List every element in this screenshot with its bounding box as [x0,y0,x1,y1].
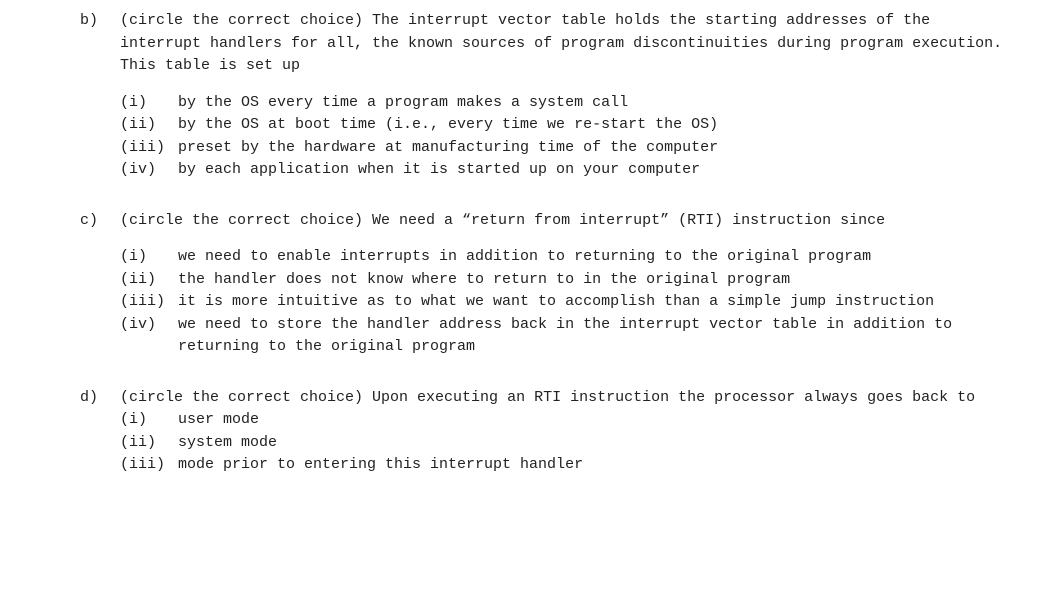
option-text: preset by the hardware at manufacturing … [178,137,1019,160]
option-text: mode prior to entering this interrupt ha… [178,454,1019,477]
option-row: (ii) system mode [120,432,1019,455]
option-text: the handler does not know where to retur… [178,269,1019,292]
option-label: (ii) [120,269,178,292]
question-block: b) (circle the correct choice) The inter… [80,10,1019,182]
option-row: (i) by the OS every time a program makes… [120,92,1019,115]
question-label: b) [80,10,120,33]
option-label: (iv) [120,314,178,337]
question-prompt: (circle the correct choice) The interrup… [120,10,1019,78]
question-label: c) [80,210,120,233]
option-label: (iii) [120,291,178,314]
question-block: c) (circle the correct choice) We need a… [80,210,1019,359]
option-text: we need to enable interrupts in addition… [178,246,1019,269]
option-label: (ii) [120,432,178,455]
questions-container: b) (circle the correct choice) The inter… [80,10,1019,477]
option-row: (iii) it is more intuitive as to what we… [120,291,1019,314]
question-prompt: (circle the correct choice) We need a “r… [120,210,1019,233]
option-row: (iii) mode prior to entering this interr… [120,454,1019,477]
option-row: (ii) by the OS at boot time (i.e., every… [120,114,1019,137]
option-label: (iii) [120,137,178,160]
option-label: (i) [120,246,178,269]
options-list: (i) we need to enable interrupts in addi… [120,246,1019,359]
option-label: (i) [120,409,178,432]
question-block: d) (circle the correct choice) Upon exec… [80,387,1019,477]
option-row: (iv) by each application when it is star… [120,159,1019,182]
option-text: by the OS at boot time (i.e., every time… [178,114,1019,137]
question-header: d) (circle the correct choice) Upon exec… [80,387,1019,410]
options-list: (i) user mode (ii) system mode (iii) mod… [120,409,1019,477]
option-row: (iii) preset by the hardware at manufact… [120,137,1019,160]
question-label: d) [80,387,120,410]
question-header: b) (circle the correct choice) The inter… [80,10,1019,78]
option-text: it is more intuitive as to what we want … [178,291,1019,314]
option-label: (i) [120,92,178,115]
options-list: (i) by the OS every time a program makes… [120,92,1019,182]
option-row: (ii) the handler does not know where to … [120,269,1019,292]
option-row: (iv) we need to store the handler addres… [120,314,1019,359]
option-label: (iii) [120,454,178,477]
option-text: user mode [178,409,1019,432]
question-prompt: (circle the correct choice) Upon executi… [120,387,1019,410]
option-label: (ii) [120,114,178,137]
question-header: c) (circle the correct choice) We need a… [80,210,1019,233]
option-label: (iv) [120,159,178,182]
option-row: (i) user mode [120,409,1019,432]
option-text: system mode [178,432,1019,455]
option-text: by the OS every time a program makes a s… [178,92,1019,115]
option-text: by each application when it is started u… [178,159,1019,182]
option-text: we need to store the handler address bac… [178,314,1019,359]
option-row: (i) we need to enable interrupts in addi… [120,246,1019,269]
